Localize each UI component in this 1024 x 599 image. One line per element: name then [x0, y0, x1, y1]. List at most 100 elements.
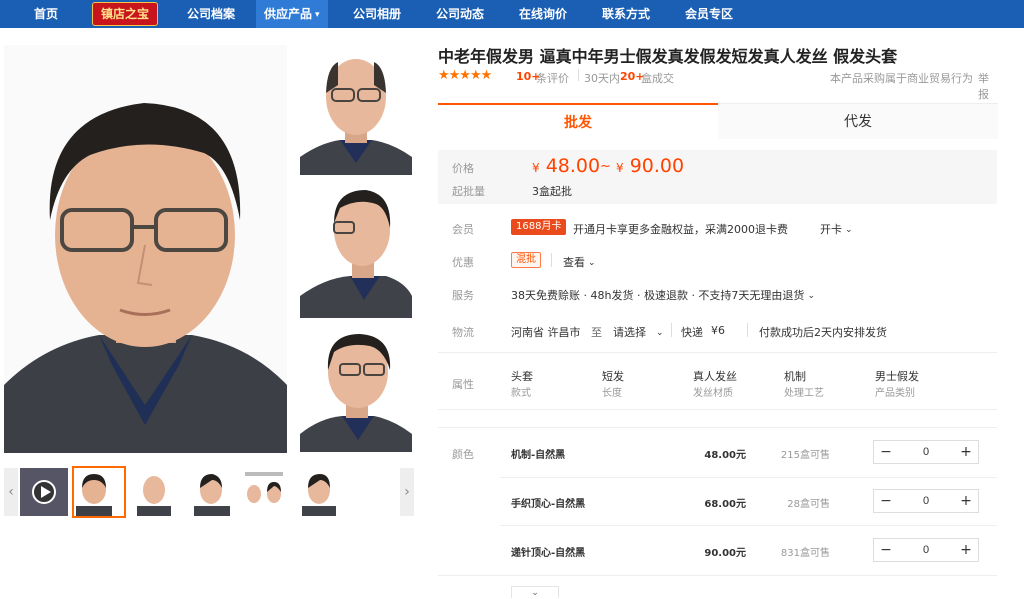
member-label: 会员	[452, 223, 474, 236]
rating-row: ★★★★★ 10+ 条评价 30天内 20+ 盒成交 本产品采购属于商业贸易行为…	[438, 68, 998, 101]
logistics-label: 物流	[452, 326, 474, 339]
sku-price: 90.00元	[704, 548, 746, 559]
man-portrait-image	[4, 45, 287, 453]
tab-dropship[interactable]: 代发	[718, 103, 998, 139]
nav-supply-label: 供应产品	[264, 7, 313, 21]
report-link[interactable]: 举报	[978, 70, 998, 102]
nav-company-profile[interactable]: 公司档案	[187, 0, 235, 28]
review-label[interactable]: 条评价	[536, 70, 569, 86]
service-text: 38天免费赊账 · 48h发货 · 极速退款 · 不支持7天无理由退货	[511, 289, 805, 302]
quantity-input[interactable]	[898, 441, 954, 463]
quantity-stepper: − +	[873, 538, 979, 562]
attr-value: 头套	[511, 370, 533, 383]
quantity-input[interactable]	[898, 490, 954, 512]
quantity-input[interactable]	[898, 539, 954, 561]
divider	[438, 427, 997, 428]
view-discount-link[interactable]: 查看 ⌄	[563, 254, 596, 270]
sales-label: 盒成交	[641, 72, 674, 85]
thumbnail-5[interactable]	[294, 468, 344, 516]
open-card-link[interactable]: 开卡 ⌄	[820, 221, 853, 237]
expand-more-button[interactable]: ⌄	[511, 586, 559, 598]
thumbnail-3[interactable]	[184, 468, 234, 516]
chevron-down-icon: ⌄	[807, 291, 815, 301]
purchase-tabs: 批发 代发	[438, 103, 998, 139]
arrow-left-icon[interactable]: ‹	[4, 468, 18, 516]
side-image-profile[interactable]	[300, 178, 412, 318]
product-title: 中老年假发男 逼真中年男士假发真发假发短发真人发丝 假发头套	[438, 47, 898, 66]
thumb-portrait-image	[74, 468, 124, 516]
attr-value: 男士假发	[875, 370, 919, 383]
nav-inquiry[interactable]: 在线询价	[519, 0, 567, 28]
divider	[438, 575, 997, 576]
plus-button[interactable]: +	[954, 539, 978, 561]
chevron-down-icon: ⌄	[588, 258, 596, 268]
chevron-down-icon: ▾	[315, 10, 320, 20]
tab-wholesale[interactable]: 批发	[438, 103, 718, 139]
divider	[551, 253, 552, 267]
origin-location: 河南省 许昌市	[511, 326, 581, 339]
attr-value: 短发	[602, 370, 624, 383]
arrow-right-icon[interactable]: ›	[400, 468, 414, 516]
divider	[671, 323, 672, 337]
divider	[578, 69, 579, 81]
price-label: 价格	[452, 162, 474, 175]
side-image-bald[interactable]	[300, 45, 412, 175]
thumbnail-2[interactable]	[129, 468, 179, 516]
service-link[interactable]: 38天免费赊账 · 48h发货 · 极速退款 · 不支持7天无理由退货 ⌄	[511, 287, 815, 303]
thumbnail-1[interactable]	[72, 466, 126, 518]
express-fee: ¥6	[711, 324, 725, 337]
price-max-value: 90.00	[629, 155, 685, 177]
thumb-profile-image	[184, 468, 234, 516]
sku-name: 机制-自然黑	[511, 450, 566, 461]
price-box: 价格 ¥ 48.00 ~ ¥ 90.00 起批量 3盒起批	[438, 150, 997, 204]
main-product-image[interactable]	[4, 45, 287, 453]
mix-batch-tag: 混批	[511, 252, 541, 268]
star-icon: ★★★★★	[438, 68, 492, 83]
video-thumbnail[interactable]	[20, 468, 68, 516]
price-max: ¥ 90.00	[616, 155, 684, 177]
price-min: ¥ 48.00	[532, 155, 600, 177]
attr-key: 长度	[602, 388, 622, 399]
plus-button[interactable]: +	[954, 490, 978, 512]
divider	[500, 525, 997, 526]
nav-member-zone[interactable]: 会员专区	[685, 0, 733, 28]
nav-featured-badge[interactable]: 镇店之宝	[92, 2, 159, 26]
sku-stock: 28盒可售	[787, 499, 830, 510]
divider	[747, 323, 748, 337]
discount-label: 优惠	[452, 256, 474, 269]
to-label: 至	[591, 326, 602, 339]
chevron-down-icon: ⌄	[656, 328, 664, 338]
sku-name: 手织顶心-自然黑	[511, 499, 586, 510]
minus-button[interactable]: −	[874, 490, 898, 512]
destination-value: 请选择	[613, 326, 646, 339]
price-range-sep: ~	[600, 159, 611, 174]
nav-company-album[interactable]: 公司相册	[353, 0, 401, 28]
attributes-label: 属性	[452, 378, 474, 391]
nav-company-news[interactable]: 公司动态	[436, 0, 484, 28]
nav-contact[interactable]: 联系方式	[602, 0, 650, 28]
attr-key: 发丝材质	[693, 388, 733, 399]
top-nav: 首页 镇店之宝 公司档案 供应产品 ▾ 公司相册 公司动态 在线询价 联系方式 会…	[0, 0, 1024, 28]
minus-button[interactable]: −	[874, 539, 898, 561]
divider	[438, 352, 997, 353]
thumbnail-4[interactable]	[239, 468, 289, 516]
nav-supply-products[interactable]: 供应产品 ▾	[256, 0, 328, 28]
play-icon	[32, 480, 56, 504]
bald-man-image	[300, 45, 412, 175]
sku-price: 68.00元	[704, 499, 746, 510]
quantity-stepper: − +	[873, 440, 979, 464]
profile-man-image	[300, 178, 412, 318]
ship-note: 付款成功后2天内安排发货	[759, 326, 887, 339]
plus-button[interactable]: +	[954, 441, 978, 463]
sku-price: 48.00元	[704, 450, 746, 461]
thumb-angle-image	[294, 468, 344, 516]
thumb-bald-image	[129, 468, 179, 516]
attr-value: 真人发丝	[693, 370, 737, 383]
sales-period: 30天内	[584, 72, 620, 85]
thumbnail-strip: ‹ ›	[4, 466, 414, 520]
minus-button[interactable]: −	[874, 441, 898, 463]
nav-home[interactable]: 首页	[34, 0, 58, 28]
express-label: 快递	[681, 326, 703, 339]
destination-select[interactable]: 请选择 ⌄	[613, 324, 664, 340]
side-image-angle[interactable]	[300, 322, 412, 452]
